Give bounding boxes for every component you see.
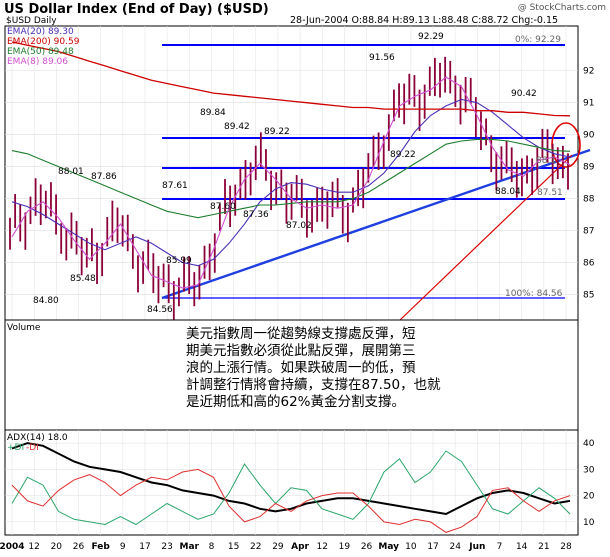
label-8801: 88.01 <box>58 167 84 177</box>
x-tick-label: 19 <box>339 542 351 552</box>
label-high-8984: 89.84 <box>200 108 226 118</box>
annotation-text-block: 美元指數周一從趨勢線支撐處反彈，短 期美元指數必須從此點反彈，展開第三 浪的上漲… <box>186 326 441 410</box>
price-y-axis: 85 86 87 88 89 90 91 92 <box>583 67 595 301</box>
adx-tick-label: 20 <box>583 492 595 502</box>
label-8548: 85.48 <box>70 274 96 284</box>
x-tick-label: 22 <box>250 542 261 552</box>
adx-y-axis: 10 20 30 40 <box>583 439 595 528</box>
label-8760: 87.60 <box>210 202 236 212</box>
x-tick-label: Apr <box>291 542 309 552</box>
x-tick-label: 8 <box>209 542 215 552</box>
label-8456: 84.56 <box>147 305 173 315</box>
ohlc-readout: 28-Jun-2004 O:88.84 H:89.13 L:88.48 C:88… <box>290 15 558 26</box>
price-tick-label: 85 <box>583 290 594 300</box>
label-high-9229: 92.29 <box>418 32 444 42</box>
price-tick-label: 86 <box>583 258 595 268</box>
x-tick-label: 20 <box>51 542 63 552</box>
label-8786: 87.86 <box>91 172 117 182</box>
label-fib-100: 100%: 84.56 <box>505 289 563 299</box>
x-tick-label: 15 <box>228 542 239 552</box>
label-low-8922: 89.22 <box>390 150 416 160</box>
x-tick-label: 9 <box>120 542 126 552</box>
x-tick-label: 2004 <box>0 542 25 552</box>
label-8599: 85.99 <box>166 256 192 266</box>
label-8702: 87.02 <box>286 221 312 231</box>
adx-tick-label: 30 <box>583 465 595 475</box>
label-fib-881: 88.1 <box>536 156 556 166</box>
adx-tick-label: 40 <box>583 439 595 449</box>
label-fib-8751: 87.51 <box>537 188 563 198</box>
annotation-line-2: 期美元指數必須從此點反彈，展開第三 <box>186 342 416 359</box>
label-8804: 88.04 <box>495 187 521 197</box>
x-tick-label: May <box>378 542 399 552</box>
x-tick-label: 24 <box>449 542 461 552</box>
x-tick-label: 26 <box>73 542 85 552</box>
label-fib-0: 0%: 92.29 <box>515 35 561 45</box>
legend-ema8: EMA(8) 89.06 <box>7 57 68 67</box>
x-axis: 2004 12 20 26 Feb 9 17 23 Mar 8 15 22 29 Apr 12 19 26 May… <box>0 542 572 552</box>
label-high-9156: 91.56 <box>369 53 395 63</box>
chart-title: US Dollar Index (End of Day) ($USD) <box>4 2 269 17</box>
label-high-9042: 90.42 <box>511 89 537 99</box>
x-tick-label: Mar <box>180 542 200 552</box>
x-tick-label: 29 <box>272 542 284 552</box>
price-tick-label: 92 <box>583 67 594 77</box>
adx-panel <box>4 429 579 536</box>
price-tick-label: 91 <box>583 99 594 109</box>
chart-root: US Dollar Index (End of Day) ($USD) @ St… <box>0 0 610 557</box>
volume-label: Volume <box>7 323 41 333</box>
copyright-label: @ StockCharts.com <box>518 3 606 13</box>
price-tick-label: 87 <box>583 227 594 237</box>
label-high-8942: 89.42 <box>224 122 250 132</box>
x-tick-label: 17 <box>139 542 150 552</box>
x-tick-label: 21 <box>538 542 549 552</box>
legend-plus-di: +DI <box>7 443 24 453</box>
x-tick-label: 10 <box>405 542 417 552</box>
x-tick-label: 17 <box>427 542 438 552</box>
annotation-line-5: 是近期低和高的62%黃金分割支撐。 <box>186 393 405 410</box>
legend-minus-di: -DI <box>26 443 39 453</box>
legend-ema200: EMA(200) 90.59 <box>7 37 80 47</box>
label-8480: 84.80 <box>33 296 59 306</box>
x-tick-label: 14 <box>516 542 528 552</box>
annotation-line-4: 計調整行情將會持續，支撐在87.50，也就 <box>186 377 441 393</box>
annotation-line-1: 美元指數周一從趨勢線支撐處反彈，短 <box>186 326 416 342</box>
adx-tick-label: 10 <box>583 518 595 528</box>
chart-canvas: US Dollar Index (End of Day) ($USD) @ St… <box>0 2 606 552</box>
symbol-label: $USD Daily <box>6 16 57 26</box>
price-tick-label: 88 <box>583 195 595 205</box>
x-tick-label: 23 <box>161 542 172 552</box>
x-tick-label: 12 <box>28 542 39 552</box>
label-8736: 87.36 <box>243 210 269 220</box>
adx-title: ADX(14) 18.0 <box>7 433 68 443</box>
x-tick-label: 26 <box>361 542 373 552</box>
x-tick-label: 28 <box>560 542 572 552</box>
x-tick-label: Feb <box>91 542 110 552</box>
legend-ema50: EMA(50) 89.48 <box>7 47 74 57</box>
price-tick-label: 89 <box>583 163 595 173</box>
annotation-line-3: 浪的上漲行情。如果跌破周一的低，預 <box>186 360 416 376</box>
label-high-8922: 89.22 <box>264 127 290 137</box>
x-tick-label: 7 <box>497 542 503 552</box>
price-tick-label: 90 <box>583 131 595 141</box>
x-tick-label: 12 <box>317 542 328 552</box>
legend-ema20: EMA(20) 89.30 <box>7 27 74 37</box>
label-8761: 87.61 <box>162 181 188 191</box>
x-tick-label: Jun <box>468 542 485 552</box>
